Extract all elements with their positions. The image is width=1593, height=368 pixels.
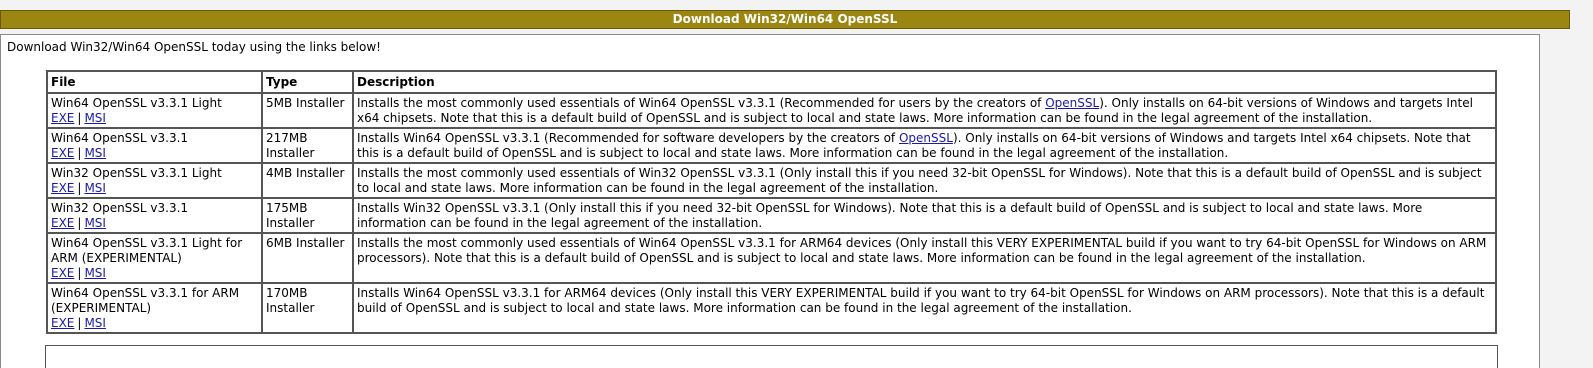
exe-link[interactable]: EXE xyxy=(51,216,74,230)
file-name: Win32 OpenSSL v3.3.1 xyxy=(51,201,189,215)
description-cell: Installs the most commonly used essentia… xyxy=(353,163,1496,198)
description-text: Installs Win64 OpenSSL v3.3.1 (Recommend… xyxy=(357,131,899,145)
table-row: Win32 OpenSSL v3.3.1 Light EXE | MSI 4MB I… xyxy=(47,163,1496,198)
file-name: Win64 OpenSSL v3.3.1 for ARM (EXPERIMENT… xyxy=(51,286,240,315)
file-name: Win64 OpenSSL v3.3.1 xyxy=(51,131,189,145)
table-row: Win64 OpenSSL v3.3.1 for ARM (EXPERIMENT… xyxy=(47,283,1496,333)
file-links: EXE | MSI xyxy=(51,181,259,196)
exe-link[interactable]: EXE xyxy=(51,111,74,125)
exe-link[interactable]: EXE xyxy=(51,316,74,330)
file-cell: Win64 OpenSSL v3.3.1 EXE | MSI xyxy=(47,128,262,163)
description-cell: Installs Win64 OpenSSL v3.3.1 for ARM64 … xyxy=(353,283,1496,333)
downloads-table: File Type Description Win64 OpenSSL v3.3… xyxy=(46,70,1497,334)
file-cell: Win32 OpenSSL v3.3.1 Light EXE | MSI xyxy=(47,163,262,198)
msi-link[interactable]: MSI xyxy=(84,316,106,330)
file-name: Win32 OpenSSL v3.3.1 Light xyxy=(51,166,222,180)
type-cell: 217MB Installer xyxy=(262,128,353,163)
table-header-row: File Type Description xyxy=(47,71,1496,93)
exe-link[interactable]: EXE xyxy=(51,181,74,195)
section-banner: Download Win32/Win64 OpenSSL xyxy=(0,10,1570,29)
msi-link[interactable]: MSI xyxy=(84,266,106,280)
msi-link[interactable]: MSI xyxy=(84,111,106,125)
description-cell: Installs the most commonly used essentia… xyxy=(353,93,1496,128)
openssl-link[interactable]: OpenSSL xyxy=(1045,96,1099,110)
type-cell: 5MB Installer xyxy=(262,93,353,128)
link-separator: | xyxy=(77,181,82,195)
description-cell: Installs the most commonly used essentia… xyxy=(353,233,1496,283)
type-cell: 4MB Installer xyxy=(262,163,353,198)
file-links: EXE | MSI xyxy=(51,266,259,281)
link-separator: | xyxy=(77,216,82,230)
link-separator: | xyxy=(77,266,82,280)
link-separator: | xyxy=(77,146,82,160)
description-cell: Installs Win32 OpenSSL v3.3.1 (Only inst… xyxy=(353,198,1496,233)
table-row: Win64 OpenSSL v3.3.1 Light EXE | MSI 5MB I… xyxy=(47,93,1496,128)
file-links: EXE | MSI xyxy=(51,111,259,126)
file-links: EXE | MSI xyxy=(51,146,259,161)
msi-link[interactable]: MSI xyxy=(84,181,106,195)
table-continuation xyxy=(45,345,1498,368)
type-cell: 170MB Installer xyxy=(262,283,353,333)
table-row: Win64 OpenSSL v3.3.1 Light for ARM (EXPE… xyxy=(47,233,1496,283)
table-row: Win32 OpenSSL v3.3.1 EXE | MSI 175MB Insta… xyxy=(47,198,1496,233)
openssl-link[interactable]: OpenSSL xyxy=(899,131,953,145)
file-cell: Win32 OpenSSL v3.3.1 EXE | MSI xyxy=(47,198,262,233)
type-cell: 6MB Installer xyxy=(262,233,353,283)
banner-title: Download Win32/Win64 OpenSSL xyxy=(672,12,898,26)
file-name: Win64 OpenSSL v3.3.1 Light xyxy=(51,96,222,110)
table-row: Win64 OpenSSL v3.3.1 EXE | MSI 217MB Insta… xyxy=(47,128,1496,163)
file-cell: Win64 OpenSSL v3.3.1 for ARM (EXPERIMENT… xyxy=(47,283,262,333)
file-links: EXE | MSI xyxy=(51,216,259,231)
header-type: Type xyxy=(262,71,353,93)
exe-link[interactable]: EXE xyxy=(51,266,74,280)
file-links: EXE | MSI xyxy=(51,316,259,331)
description-text: Installs the most commonly used essentia… xyxy=(357,96,1046,110)
intro-text: Download Win32/Win64 OpenSSL today using… xyxy=(7,40,381,54)
file-name: Win64 OpenSSL v3.3.1 Light for ARM (EXPE… xyxy=(51,236,243,265)
file-cell: Win64 OpenSSL v3.3.1 Light EXE | MSI xyxy=(47,93,262,128)
link-separator: | xyxy=(77,111,82,125)
type-cell: 175MB Installer xyxy=(262,198,353,233)
content-box: Download Win32/Win64 OpenSSL today using… xyxy=(0,34,1540,368)
exe-link[interactable]: EXE xyxy=(51,146,74,160)
link-separator: | xyxy=(77,316,82,330)
header-file: File xyxy=(47,71,262,93)
file-cell: Win64 OpenSSL v3.3.1 Light for ARM (EXPE… xyxy=(47,233,262,283)
description-cell: Installs Win64 OpenSSL v3.3.1 (Recommend… xyxy=(353,128,1496,163)
msi-link[interactable]: MSI xyxy=(84,216,106,230)
page: Download Win32/Win64 OpenSSL Download Wi… xyxy=(0,0,1593,368)
header-description: Description xyxy=(353,71,1496,93)
msi-link[interactable]: MSI xyxy=(84,146,106,160)
